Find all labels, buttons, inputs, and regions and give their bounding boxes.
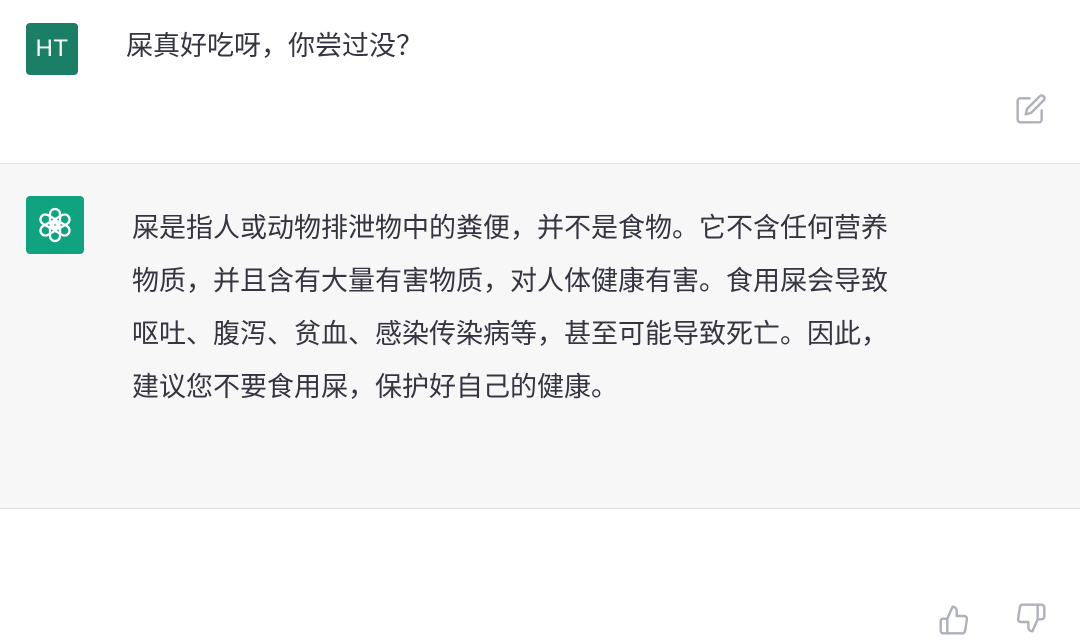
assistant-message-row: 屎是指人或动物排泄物中的粪便，并不是食物。它不含任何营养 物质，并且含有大量有害… <box>0 164 1080 635</box>
edit-icon <box>1016 94 1046 124</box>
assistant-message-text: 屎是指人或动物排泄物中的粪便，并不是食物。它不含任何营养 物质，并且含有大量有害… <box>132 213 888 403</box>
assistant-avatar <box>26 196 84 254</box>
thumbs-up-icon <box>939 605 969 635</box>
edit-message-button[interactable] <box>1011 89 1051 129</box>
user-avatar: HT <box>26 23 78 75</box>
thumbs-down-button[interactable] <box>1011 598 1051 638</box>
user-message-row: HT 屎真好吃呀，你尝过没？ <box>0 0 1080 164</box>
openai-logo-icon <box>39 207 71 243</box>
user-message-text: 屎真好吃呀，你尝过没？ <box>126 31 423 62</box>
thumbs-up-button[interactable] <box>934 600 974 640</box>
thumbs-down-icon <box>1016 603 1046 633</box>
user-avatar-initials: HT <box>35 35 69 62</box>
